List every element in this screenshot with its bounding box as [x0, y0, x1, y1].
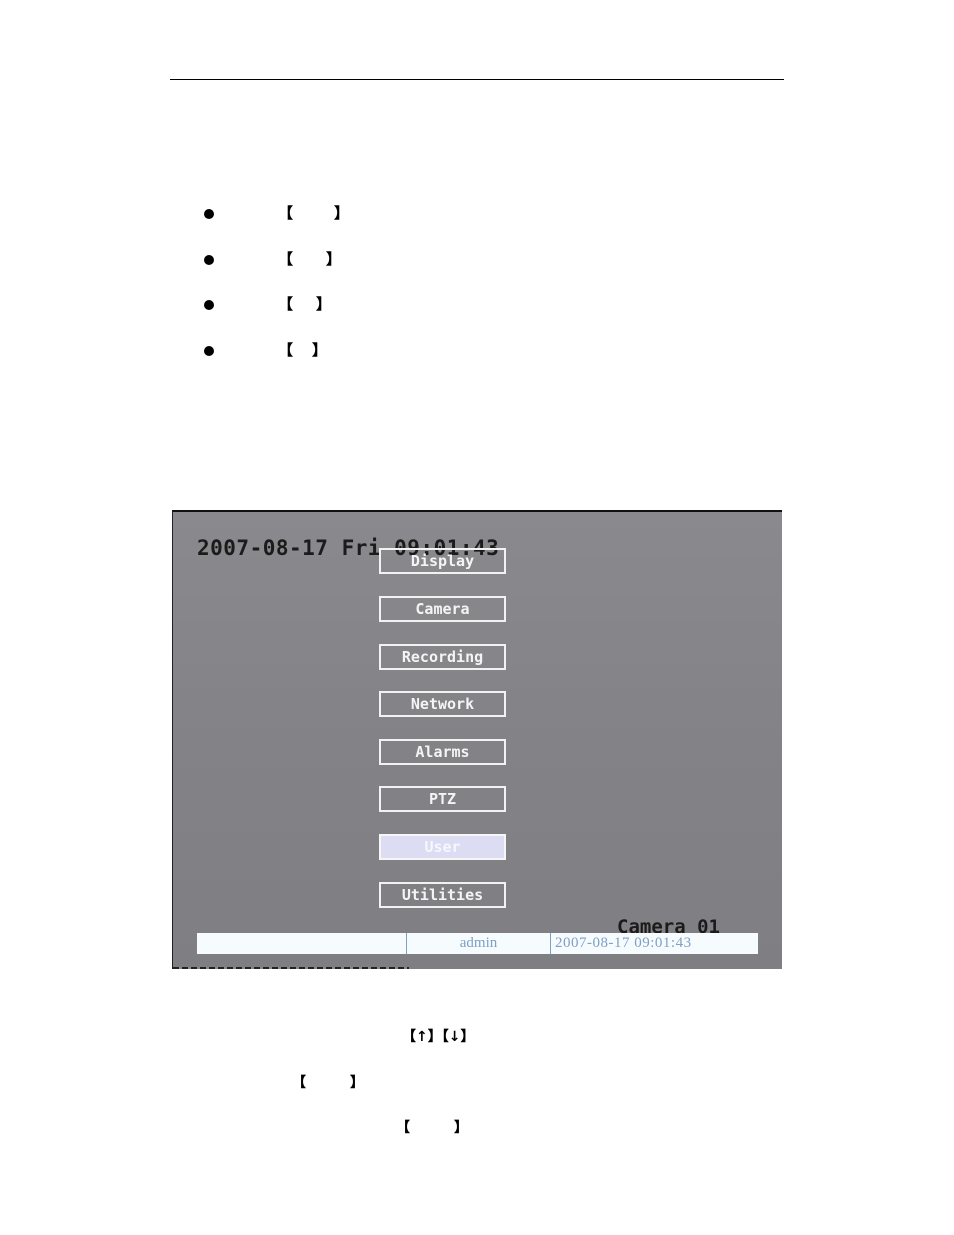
status-user: admin — [407, 933, 551, 954]
bracket-open: 【 — [278, 250, 294, 268]
status-datetime: 2007-08-17 09:01:43 — [555, 935, 692, 951]
status-field — [197, 933, 407, 954]
status-bar: admin 2007-08-17 09:01:43 — [197, 933, 758, 954]
bracket-open: 【 — [396, 1120, 410, 1136]
bullet-icon — [204, 300, 214, 310]
video-scanline — [173, 967, 409, 969]
bracket-open: 【 — [278, 341, 294, 359]
bracket-close: 】 — [316, 295, 332, 313]
bracket-open: 【 — [278, 204, 294, 222]
bracket-open: 【 — [292, 1075, 306, 1091]
menu-item-alarms[interactable]: Alarms — [379, 739, 506, 765]
bracket-open: 【 — [278, 295, 294, 313]
bullet-icon — [204, 209, 214, 219]
menu-item-ptz[interactable]: PTZ — [379, 786, 506, 812]
menu-item-utilities[interactable]: Utilities — [379, 882, 506, 908]
bracket-close: 】 — [312, 341, 328, 359]
header-rule — [170, 79, 784, 80]
bracket-close: 】 — [454, 1120, 468, 1136]
bracket-close: 】 — [334, 204, 350, 222]
menu-item-display[interactable]: Display — [379, 548, 506, 574]
menu-item-user[interactable]: User — [379, 834, 506, 860]
bracket-close: 】 — [326, 250, 342, 268]
bracket-close: 】 — [350, 1075, 364, 1091]
arrow-keys-text: 【↑】【↓】 — [402, 1029, 475, 1045]
menu-item-network[interactable]: Network — [379, 691, 506, 717]
menu-item-recording[interactable]: Recording — [379, 644, 506, 670]
menu-item-camera[interactable]: Camera — [379, 596, 506, 622]
dvr-main-menu-screenshot: 2007-08-17 Fri 09:01:43 Display Camera R… — [172, 510, 782, 969]
bullet-icon — [204, 255, 214, 265]
bullet-icon — [204, 346, 214, 356]
